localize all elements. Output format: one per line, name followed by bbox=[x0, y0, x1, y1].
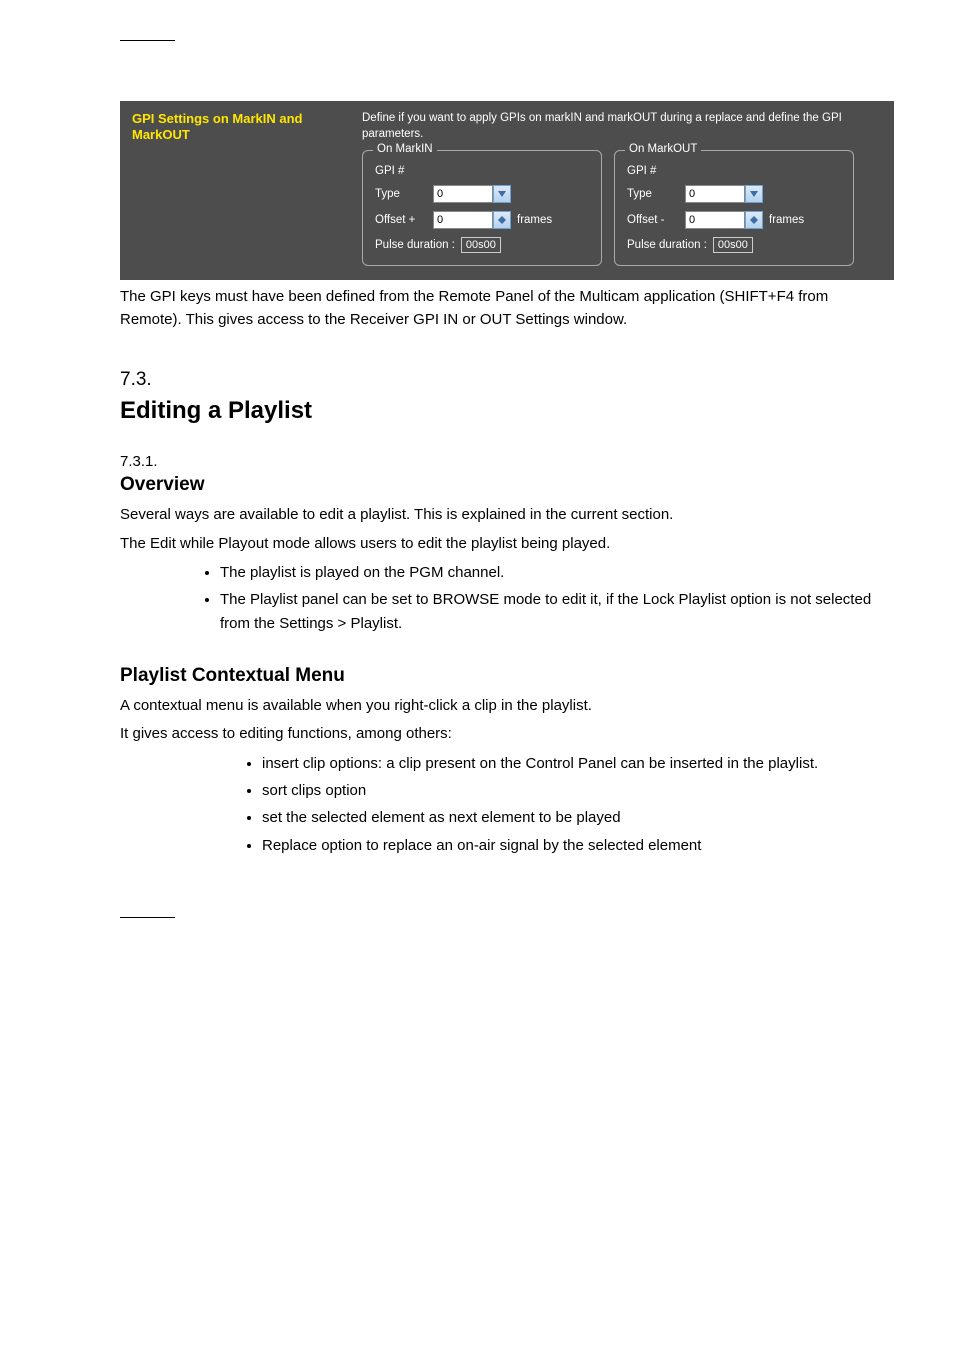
list-item: set the selected element as next element… bbox=[262, 806, 894, 829]
list-item: insert clip options: a clip present on t… bbox=[262, 752, 894, 775]
markin-type-dropdown[interactable] bbox=[493, 185, 511, 203]
markin-type-label: Type bbox=[375, 188, 433, 200]
settings-playlist-link[interactable]: Settings > Playlist bbox=[279, 615, 398, 632]
ctx-paragraph-1: A contextual menu is available when you … bbox=[120, 695, 894, 718]
markout-pulse-label: Pulse duration : bbox=[627, 239, 707, 251]
heading-contextual-menu: Playlist Contextual Menu bbox=[120, 665, 894, 687]
chevron-down-icon bbox=[498, 191, 506, 197]
chevron-down-icon bbox=[498, 220, 506, 224]
markout-gpi-label: GPI # bbox=[627, 165, 685, 177]
markout-type-input[interactable] bbox=[685, 185, 745, 203]
note-below-panel: The GPI keys must have been defined from… bbox=[120, 286, 894, 331]
panel-description: Define if you want to apply GPIs on mark… bbox=[362, 111, 882, 142]
markout-type-label: Type bbox=[627, 188, 685, 200]
markin-pulse-value: 00s00 bbox=[461, 237, 501, 253]
markin-offset-label: Offset + bbox=[375, 214, 433, 226]
chevron-down-icon bbox=[750, 191, 758, 197]
markout-group: On MarkOUT GPI # Type bbox=[614, 150, 854, 266]
markin-group: On MarkIN GPI # Type bbox=[362, 150, 602, 266]
list-item: sort clips option bbox=[262, 779, 894, 802]
list-item: The playlist is played on the PGM channe… bbox=[220, 561, 894, 584]
overview-paragraph-2: The Edit while Playout mode allows users… bbox=[120, 533, 894, 556]
list-item: The Playlist panel can be set to BROWSE … bbox=[220, 588, 894, 635]
markin-type-input[interactable] bbox=[433, 185, 493, 203]
section-number: 7.3. bbox=[120, 369, 894, 391]
heading-overview: Overview bbox=[120, 474, 894, 496]
heading-editing-playlist: Editing a Playlist bbox=[120, 397, 894, 425]
gpi-settings-panel: GPI Settings on MarkIN and MarkOUT Defin… bbox=[120, 101, 894, 280]
chevron-down-icon bbox=[750, 220, 758, 224]
markin-offset-unit: frames bbox=[517, 214, 552, 226]
markout-legend: On MarkOUT bbox=[625, 143, 701, 155]
panel-title: GPI Settings on MarkIN and MarkOUT bbox=[132, 111, 362, 144]
overview-bullets: The playlist is played on the PGM channe… bbox=[120, 561, 894, 635]
footer-rule bbox=[120, 917, 175, 918]
markin-offset-spinner[interactable] bbox=[493, 211, 511, 229]
overview-paragraph-1: Several ways are available to edit a pla… bbox=[120, 504, 894, 527]
markin-pulse-label: Pulse duration : bbox=[375, 239, 455, 251]
header-rule bbox=[120, 40, 175, 41]
markout-offset-spinner[interactable] bbox=[745, 211, 763, 229]
ctx-bullets: insert clip options: a clip present on t… bbox=[120, 752, 894, 857]
markout-offset-input[interactable] bbox=[685, 211, 745, 229]
markout-pulse-value: 00s00 bbox=[713, 237, 753, 253]
markout-offset-label: Offset - bbox=[627, 214, 685, 226]
list-item: Replace option to replace an on-air sign… bbox=[262, 834, 894, 857]
subsection-number: 7.3.1. bbox=[120, 453, 894, 470]
markout-offset-unit: frames bbox=[769, 214, 804, 226]
markin-gpi-label: GPI # bbox=[375, 165, 433, 177]
markin-offset-input[interactable] bbox=[433, 211, 493, 229]
ctx-paragraph-2: It gives access to editing functions, am… bbox=[120, 723, 894, 746]
markout-type-dropdown[interactable] bbox=[745, 185, 763, 203]
markin-legend: On MarkIN bbox=[373, 143, 437, 155]
